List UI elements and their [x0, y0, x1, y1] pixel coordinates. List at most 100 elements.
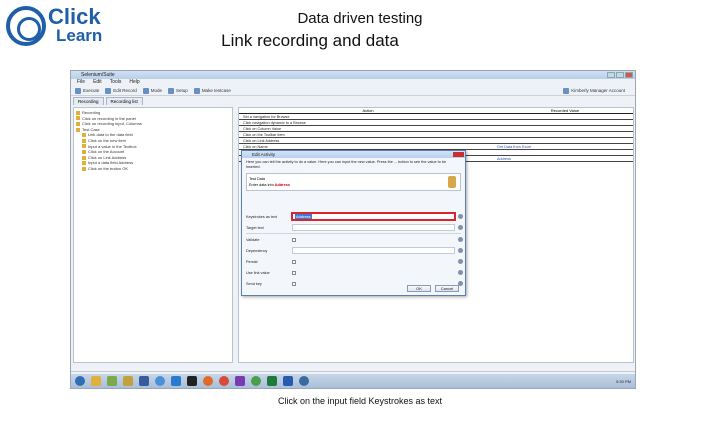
field-label: Use link value	[246, 270, 270, 275]
toolbar: Execute Edit Record Mode Setup Make test…	[71, 86, 635, 96]
slide-caption: Click on the input field Keystrokes as t…	[277, 396, 443, 406]
folder-icon	[76, 110, 80, 115]
app-icon[interactable]	[139, 376, 149, 386]
field-target: Target text	[246, 223, 463, 232]
toolbar-edit-record[interactable]: Edit Record	[105, 87, 137, 94]
field-label: Validate	[246, 237, 260, 242]
field-dependency: Dependency	[246, 246, 463, 255]
tab-recording-list[interactable]: Recording list	[105, 97, 143, 105]
menu-edit[interactable]: Edit	[93, 79, 102, 86]
visual-studio-icon[interactable]	[235, 376, 245, 386]
browser-icon[interactable]	[155, 376, 165, 386]
keystrokes-input[interactable]: Address	[291, 212, 456, 221]
close-button[interactable]	[625, 72, 633, 78]
toolbar-setup[interactable]: Setup	[168, 87, 188, 94]
ok-button[interactable]: OK	[407, 285, 431, 292]
toolbar-testcase-label: Make testcase	[201, 88, 231, 93]
field-options-icon[interactable]	[458, 270, 463, 275]
folder-icon	[82, 161, 86, 166]
excel-icon[interactable]	[267, 376, 277, 386]
dialog-close-button[interactable]	[453, 151, 464, 157]
mode-icon	[142, 87, 149, 94]
info-highlight: Address	[274, 183, 290, 187]
field-label: Persist	[246, 259, 258, 264]
tree-item[interactable]: Click on the button OK	[76, 166, 230, 172]
folder-icon	[82, 144, 86, 149]
dialog-buttons: OK Cancel	[407, 285, 459, 292]
folder-icon	[82, 133, 86, 138]
media-icon[interactable]	[107, 376, 117, 386]
toolbar-execute[interactable]: Execute	[75, 87, 99, 94]
field-options-icon[interactable]	[458, 259, 463, 264]
folder-icon	[82, 149, 86, 154]
validate-checkbox[interactable]	[292, 237, 296, 242]
slide: Click Learn Data driven testing Link rec…	[0, 0, 720, 437]
recording-tree: Recording Click on recording in the pane…	[73, 107, 233, 363]
start-icon[interactable]	[75, 376, 85, 386]
dialog-divider	[246, 233, 461, 234]
folder-icon	[82, 138, 86, 143]
menu-help[interactable]: Help	[129, 79, 139, 86]
user-icon	[563, 87, 570, 94]
menu-tools[interactable]: Tools	[110, 79, 122, 86]
row-text: Set a navigation for Browse	[243, 115, 290, 119]
dialog-instructions: Here you can tell the activity to do a v…	[246, 160, 447, 169]
edit-icon	[105, 87, 112, 94]
setup-icon	[168, 87, 175, 94]
send-key-checkbox[interactable]	[292, 281, 296, 286]
toolbar-mode[interactable]: Mode	[142, 87, 162, 94]
tab-recording[interactable]: Recording	[73, 97, 104, 105]
use-link-value-checkbox[interactable]	[292, 270, 296, 275]
row-text: Click navigation dynamic to a Browse	[243, 121, 306, 125]
grid-header-value[interactable]: Recorded Value	[497, 108, 633, 113]
slide-subtitle: Link recording and data	[221, 31, 399, 50]
maximize-button[interactable]	[616, 72, 624, 78]
dialog-info-box: Test Data Enter data into Address	[246, 173, 461, 191]
screenshot-icon[interactable]	[448, 176, 456, 188]
folder-icon	[76, 121, 80, 126]
field-label: Send key	[246, 281, 262, 286]
tree-item-label: Click on the button OK	[88, 165, 129, 171]
toolbar-account-label: Kimberly Manager Account	[571, 88, 625, 93]
field-label: Target text	[246, 225, 264, 230]
explorer-icon[interactable]	[91, 376, 101, 386]
field-use-link-value: Use link value	[246, 268, 463, 277]
chrome-alt-icon[interactable]	[251, 376, 261, 386]
play-icon	[75, 87, 81, 94]
keystrokes-value: Address	[295, 214, 312, 219]
persist-checkbox[interactable]	[292, 259, 296, 264]
dependency-select[interactable]	[292, 247, 455, 254]
field-label: Dependency	[246, 248, 268, 253]
folder-icon	[76, 116, 80, 121]
firefox-icon[interactable]	[203, 376, 213, 386]
menu-file[interactable]: File	[77, 79, 85, 86]
edit-activity-dialog: Edit Activity Here you can tell the acti…	[241, 150, 466, 296]
field-keystrokes: Keystrokes as text Address	[246, 212, 463, 221]
field-options-icon[interactable]	[458, 214, 463, 219]
minimize-button[interactable]	[607, 72, 615, 78]
target-input[interactable]	[292, 224, 455, 231]
info-line2: Enter data into Address	[249, 182, 458, 188]
field-options-icon[interactable]	[458, 225, 463, 230]
app-window-title: Selenium/Suite	[81, 72, 115, 78]
row-text: Click on Column Value	[243, 127, 282, 131]
field-options-icon[interactable]	[458, 248, 463, 253]
toolbar-make-testcase[interactable]: Make testcase	[193, 87, 231, 94]
chart-icon[interactable]	[123, 376, 133, 386]
field-validate: Validate	[246, 235, 463, 244]
menu-bar: File Edit Tools Help	[71, 79, 635, 86]
chrome-icon[interactable]	[219, 376, 229, 386]
ie-icon[interactable]	[171, 376, 181, 386]
info-prefix: Enter data into	[249, 183, 274, 187]
toolbar-account[interactable]: Kimberly Manager Account	[563, 87, 625, 94]
app-titlebar: Selenium/Suite	[71, 71, 635, 79]
word-icon[interactable]	[283, 376, 293, 386]
grid-header-action[interactable]: Action	[239, 108, 497, 113]
app-alt-icon[interactable]	[299, 376, 309, 386]
row-value: Address	[497, 157, 511, 161]
field-options-icon[interactable]	[458, 237, 463, 242]
cancel-button[interactable]: Cancel	[435, 285, 459, 292]
folder-icon[interactable]	[187, 376, 197, 386]
row-text: Click on Name	[243, 145, 268, 149]
toolbar-setup-label: Setup	[176, 88, 188, 93]
